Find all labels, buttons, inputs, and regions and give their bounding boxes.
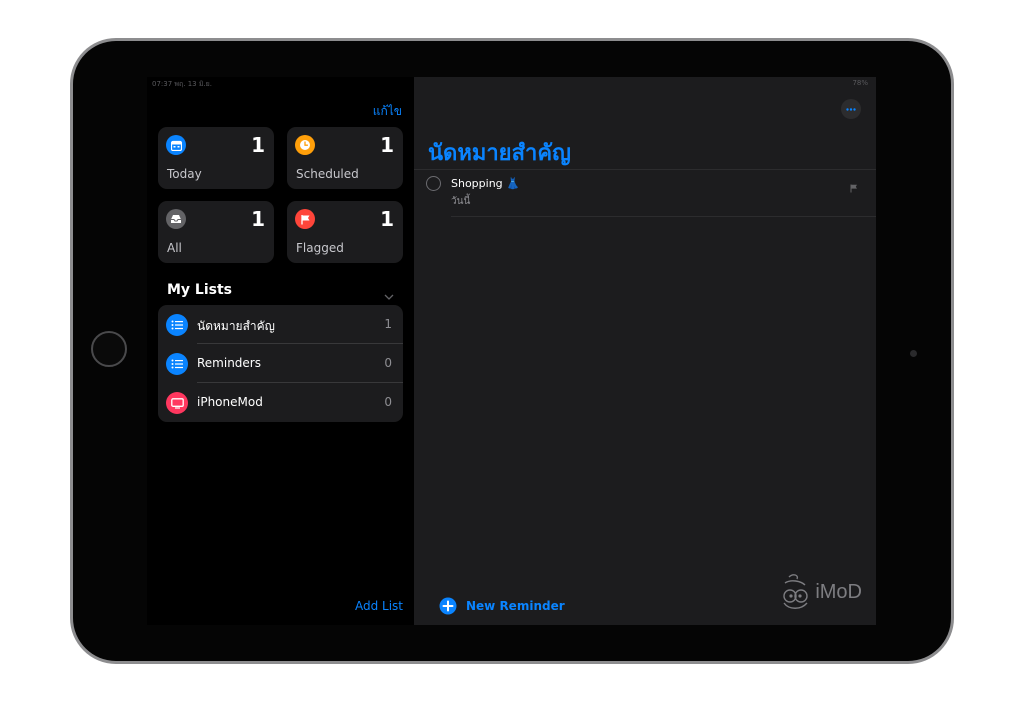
tray-icon	[166, 209, 186, 229]
complete-checkbox[interactable]	[426, 176, 441, 191]
reminder-title[interactable]: Shopping 👗	[451, 177, 520, 190]
my-lists: นัดหมายสำคัญ 1 Reminders 0 iPhoneMod 0	[158, 305, 403, 422]
flag-icon	[295, 209, 315, 229]
calendar-icon	[166, 135, 186, 155]
plus-circle-icon	[439, 597, 457, 615]
detail-pane: 78% นัดหมายสำคัญ Shopping 👗 วันนี้ New R…	[414, 77, 876, 625]
list-item[interactable]: นัดหมายสำคัญ 1	[158, 305, 403, 344]
smart-list-scheduled[interactable]: 1 Scheduled	[287, 127, 403, 189]
new-reminder-label: New Reminder	[466, 599, 565, 613]
add-list-button[interactable]: Add List	[355, 599, 403, 613]
list-item[interactable]: iPhoneMod 0	[158, 383, 403, 422]
scheduled-count: 1	[380, 133, 394, 157]
smart-list-today[interactable]: 1 Today	[158, 127, 274, 189]
divider	[414, 169, 876, 170]
all-count: 1	[251, 207, 265, 231]
ellipsis-icon	[846, 107, 856, 111]
smart-list-all[interactable]: 1 All	[158, 201, 274, 263]
tv-icon	[166, 392, 188, 414]
more-button[interactable]	[841, 99, 861, 119]
flagged-label: Flagged	[296, 241, 344, 255]
clock-icon	[295, 135, 315, 155]
new-reminder-button[interactable]: New Reminder	[439, 597, 565, 615]
edit-button[interactable]: แก้ไข	[373, 102, 402, 121]
list-item-label: Reminders	[197, 356, 261, 370]
page-title: นัดหมายสำคัญ	[428, 141, 571, 166]
scheduled-label: Scheduled	[296, 167, 359, 181]
list-item-label: นัดหมายสำคัญ	[197, 319, 275, 333]
today-label: Today	[167, 167, 202, 181]
watermark: iMoD	[779, 573, 862, 611]
list-item[interactable]: Reminders 0	[158, 344, 403, 383]
chevron-down-icon[interactable]	[384, 285, 394, 304]
list-icon	[166, 314, 188, 336]
status-time: 07:37 พฤ. 13 มิ.ย.	[152, 80, 212, 88]
today-count: 1	[251, 133, 265, 157]
reminder-item[interactable]: Shopping 👗 วันนี้	[414, 172, 876, 217]
flag-icon[interactable]	[850, 178, 858, 197]
mascot-logo-icon	[783, 574, 809, 609]
list-item-count: 1	[384, 317, 392, 331]
screen: 07:37 พฤ. 13 มิ.ย. แก้ไข 1 Today 1 Sched…	[147, 77, 876, 625]
my-lists-heading: My Lists	[167, 282, 233, 298]
list-icon	[166, 353, 188, 375]
flagged-count: 1	[380, 207, 394, 231]
list-item-count: 0	[384, 395, 392, 409]
all-label: All	[167, 241, 182, 255]
camera-dot	[910, 350, 917, 357]
status-battery: 78%	[852, 79, 868, 87]
divider	[451, 216, 876, 217]
home-button[interactable]	[91, 331, 127, 367]
smart-list-flagged[interactable]: 1 Flagged	[287, 201, 403, 263]
sidebar: 07:37 พฤ. 13 มิ.ย. แก้ไข 1 Today 1 Sched…	[147, 77, 414, 625]
list-item-label: iPhoneMod	[197, 395, 263, 409]
reminder-due: วันนี้	[451, 196, 471, 207]
list-item-count: 0	[384, 356, 392, 370]
watermark-text: iMoD	[815, 580, 862, 603]
